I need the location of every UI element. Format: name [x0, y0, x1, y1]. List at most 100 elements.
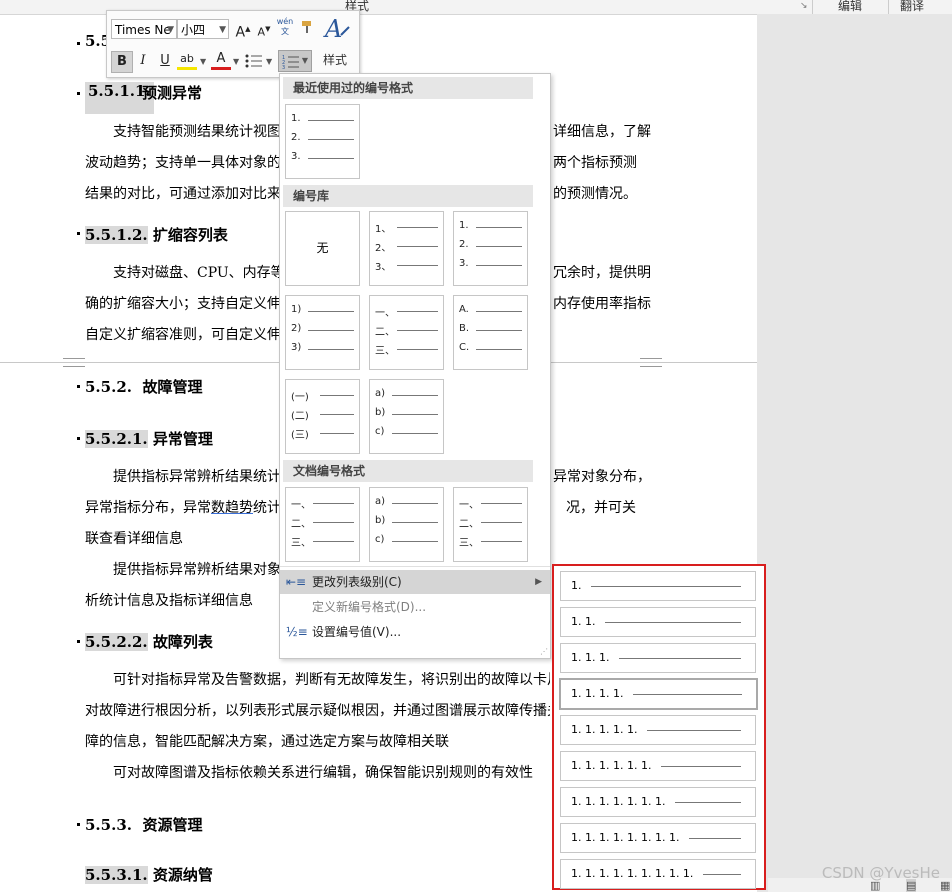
font-size-combo[interactable]: 小四 ▼: [177, 19, 229, 39]
chevron-down-icon[interactable]: ▼: [200, 57, 206, 66]
list-level-option[interactable]: 1. 1. 1. 1. 1. 1. 1.: [560, 787, 756, 817]
recent-format-tile[interactable]: 1. 2. 3.: [285, 104, 360, 179]
tile-line: [308, 330, 354, 331]
tile-number: 三、: [375, 346, 395, 357]
chevron-down-icon: ▼: [219, 25, 226, 35]
bullets-icon[interactable]: [245, 53, 263, 73]
document-formats-header: 文档编号格式: [283, 460, 533, 482]
paragraph-text: 联查看详细信息: [85, 531, 183, 547]
numbering-none-tile[interactable]: 无: [285, 211, 360, 286]
tile-number: 二、: [291, 519, 311, 530]
bold-button[interactable]: B: [111, 51, 133, 73]
list-level-option[interactable]: 1. 1.: [560, 607, 756, 637]
chevron-down-icon[interactable]: ▼: [233, 57, 239, 66]
library-format-tile[interactable]: 一、 二、 三、: [369, 295, 444, 370]
tile-number: b): [375, 515, 386, 526]
level-line: [619, 658, 741, 659]
tile-number: 1.: [291, 113, 301, 124]
heading-5-5-1-2: 5.5.1.2. 扩缩容列表: [85, 224, 228, 245]
chevron-down-icon[interactable]: ▼: [266, 57, 272, 66]
tile-line: [392, 541, 438, 542]
ribbon-translate-label[interactable]: 翻译: [900, 0, 924, 13]
paragraph-text: 可对故障图谱及指标依赖关系进行编辑，确保智能识别规则的有效性: [113, 765, 533, 781]
highlight-button[interactable]: ab: [177, 51, 197, 70]
level-line: [675, 802, 741, 803]
italic-button[interactable]: I: [133, 51, 153, 71]
tile-line: [320, 395, 354, 396]
tile-line: [476, 246, 522, 247]
library-format-tile[interactable]: 1. 2. 3.: [453, 211, 528, 286]
paragraph-text: 自定义扩缩容准则，可自定义伸: [85, 327, 281, 343]
font-color-button[interactable]: A: [211, 51, 231, 70]
tile-number: 3): [291, 342, 302, 353]
tile-number: 二、: [375, 327, 395, 338]
level-label: 1. 1. 1. 1. 1. 1. 1. 1.: [571, 831, 680, 844]
list-level-option-selected[interactable]: 1. 1. 1. 1.: [559, 678, 758, 710]
document-format-tile[interactable]: 一、 二、 三、: [453, 487, 528, 562]
library-format-tile[interactable]: A. B. C.: [453, 295, 528, 370]
change-list-level-item[interactable]: ⇤≡ 更改列表级别(C) ▶: [280, 570, 550, 594]
define-new-format-item[interactable]: 定义新编号格式(D)...: [280, 595, 550, 619]
list-level-submenu: 1. 1. 1. 1. 1. 1. 1. 1. 1. 1. 1. 1. 1. 1…: [552, 564, 766, 890]
heading-title: 故障列表: [152, 633, 213, 651]
numbering-button[interactable]: 123 ▼: [278, 50, 312, 72]
ribbon-edit-label[interactable]: 编辑: [838, 0, 862, 13]
level-line: [633, 694, 742, 695]
library-format-tile[interactable]: a) b) c): [369, 379, 444, 454]
list-level-option[interactable]: 1. 1. 1. 1. 1. 1. 1. 1.: [560, 823, 756, 853]
list-level-option[interactable]: 1. 1. 1. 1. 1.: [560, 715, 756, 745]
list-level-option[interactable]: 1. 1. 1.: [560, 643, 756, 673]
tile-line: [392, 503, 438, 504]
tile-number: B.: [459, 323, 470, 334]
paragraph-text: 详细信息，了解: [553, 124, 651, 140]
tile-number: (一): [291, 392, 309, 403]
heading-title: 异常管理: [152, 430, 213, 448]
list-level-option[interactable]: 1. 1. 1. 1. 1. 1. 1. 1. 1.: [560, 859, 756, 889]
resize-grip-icon[interactable]: ⋰: [540, 647, 548, 656]
tile-line: [320, 414, 354, 415]
library-format-tile[interactable]: 1、 2、 3、: [369, 211, 444, 286]
paragraph-text: 可针对指标异常及告警数据，判断有无故障发生，将识别出的故障以卡片: [113, 672, 550, 688]
font-name-value: Times Ne: [115, 23, 171, 37]
paragraph-text: 支持智能预测结果统计视图: [113, 124, 281, 140]
heading-bullet: [77, 640, 80, 643]
tile-number: 1): [291, 304, 302, 315]
grow-font-button[interactable]: A▲: [233, 19, 253, 41]
underline-button[interactable]: U: [155, 51, 175, 71]
paragraph-text: 结果的对比，可通过添加对比来: [85, 186, 281, 202]
document-format-tile[interactable]: 一、 二、 三、: [285, 487, 360, 562]
library-format-tile[interactable]: (一) (二) (三): [285, 379, 360, 454]
heading-5-5-2-1: 5.5.2.1. 异常管理: [85, 428, 213, 449]
dialog-launcher-icon[interactable]: ↘: [800, 0, 808, 13]
phonetic-guide-button[interactable]: wén 文: [275, 17, 295, 37]
tile-line: [397, 311, 438, 312]
list-level-option[interactable]: 1. 1. 1. 1. 1. 1.: [560, 751, 756, 781]
set-numbering-value-item[interactable]: ½≡ 设置编号值(V)...: [280, 620, 550, 644]
shrink-font-button[interactable]: A▼: [254, 19, 274, 39]
web-layout-icon[interactable]: ▦: [940, 879, 950, 892]
library-format-tile[interactable]: 1) 2) 3): [285, 295, 360, 370]
document-format-tile[interactable]: a) b) c): [369, 487, 444, 562]
ribbon-divider: [812, 0, 813, 14]
heading-title: 资源管理: [142, 816, 203, 834]
paragraph-text: 统计: [253, 500, 281, 516]
tile-number: 2.: [459, 239, 469, 250]
tile-line: [476, 265, 522, 266]
heading-bullet: [77, 437, 80, 440]
tile-number: a): [375, 388, 386, 399]
tile-number: A.: [459, 304, 469, 315]
tile-line: [308, 158, 354, 159]
font-name-combo[interactable]: Times Ne ▼: [111, 19, 177, 39]
paragraph-text: 内存使用率指标: [553, 296, 651, 312]
level-line: [647, 730, 741, 731]
styles-icon[interactable]: A: [323, 13, 355, 47]
paragraph-text: 支持对磁盘、CPU、内存等: [113, 265, 285, 281]
list-level-option[interactable]: 1.: [560, 571, 756, 601]
font-size-value: 小四: [181, 23, 206, 37]
level-line: [605, 622, 741, 623]
tile-number: 三、: [459, 538, 479, 549]
floating-format-toolbar: Times Ne ▼ 小四 ▼ A▲ A▼ wén 文 A 样式 B I U a…: [106, 10, 360, 78]
tile-number: (二): [291, 411, 309, 422]
tile-line: [397, 246, 438, 247]
format-painter-icon[interactable]: [297, 19, 317, 39]
